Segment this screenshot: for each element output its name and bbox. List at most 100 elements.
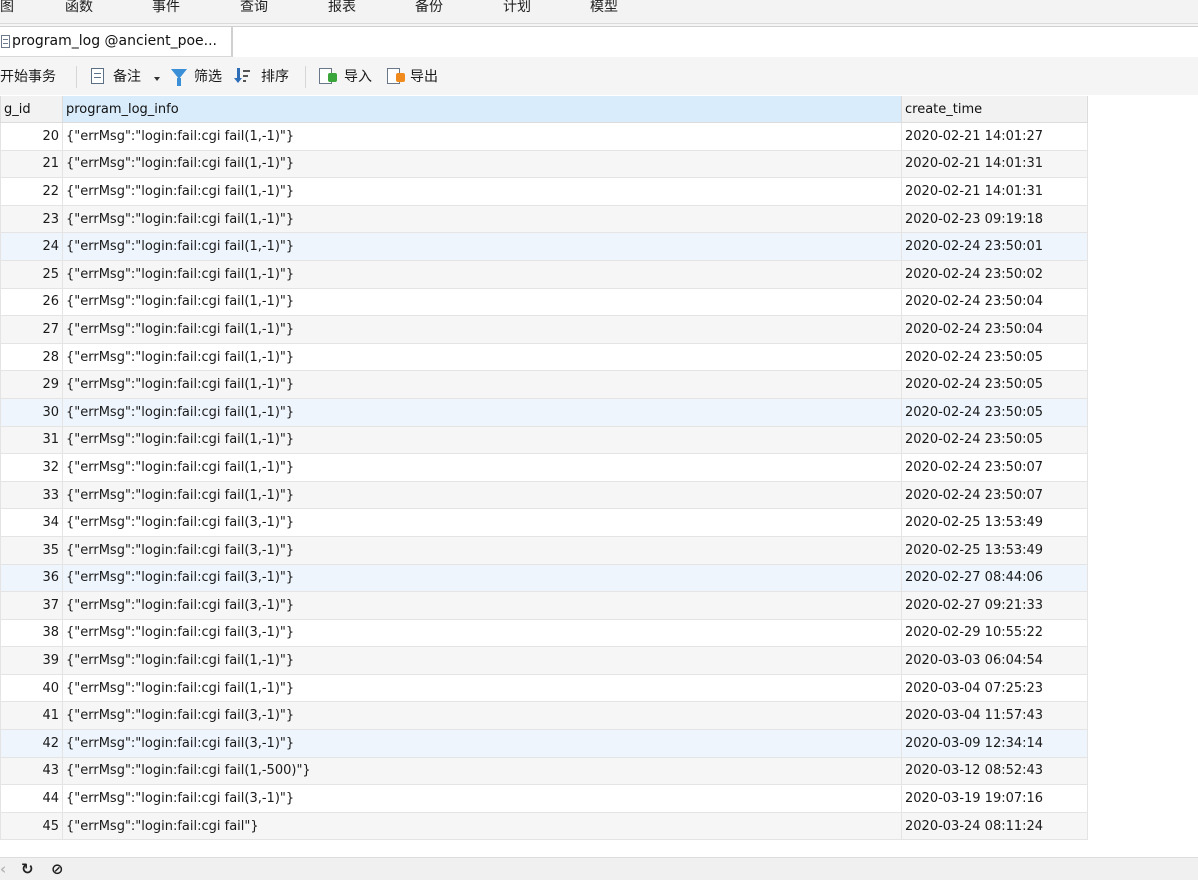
table-row[interactable]: 26 {"errMsg":"login:fail:cgi fail(1,-1)"}… — [0, 287, 1088, 317]
cell-create-time[interactable]: 2020-02-23 09:19:18 — [901, 204, 1088, 234]
cell-create-time[interactable]: 2020-03-19 19:07:16 — [901, 784, 1088, 813]
cell-program-log-info[interactable]: {"errMsg":"login:fail:cgi fail(1,-1)"} — [62, 122, 902, 151]
cell-create-time[interactable]: 2020-02-21 14:01:27 — [901, 122, 1088, 151]
table-row[interactable]: 31 {"errMsg":"login:fail:cgi fail(1,-1)"}… — [0, 425, 1088, 455]
cell-create-time[interactable]: 2020-02-24 23:50:05 — [901, 342, 1088, 372]
cell-program-log-info[interactable]: {"errMsg":"login:fail:cgi fail(1,-1)"} — [62, 342, 902, 372]
cell-program-log-info[interactable]: {"errMsg":"login:fail:cgi fail(1,-1)"} — [62, 287, 902, 317]
cell-program-log-info[interactable]: {"errMsg":"login:fail:cgi fail(1,-1)"} — [62, 315, 902, 344]
cell-create-time[interactable]: 2020-03-03 06:04:54 — [901, 646, 1088, 675]
cell-create-time[interactable]: 2020-02-24 23:50:07 — [901, 453, 1088, 482]
cell-id[interactable]: 33 — [0, 480, 63, 510]
table-row[interactable]: 35 {"errMsg":"login:fail:cgi fail(3,-1)"}… — [0, 535, 1088, 565]
table-row[interactable]: 39 {"errMsg":"login:fail:cgi fail(1,-1)"}… — [0, 646, 1088, 675]
table-row[interactable]: 41 {"errMsg":"login:fail:cgi fail(3,-1)"}… — [0, 701, 1088, 731]
tab-program-log[interactable]: program_log @ancient_poe... — [0, 26, 232, 56]
menu-item-view[interactable]: 图 — [0, 0, 14, 17]
cell-id[interactable]: 40 — [0, 673, 63, 703]
cell-program-log-info[interactable]: {"errMsg":"login:fail:cgi fail(3,-1)"} — [62, 618, 902, 648]
chevron-down-icon[interactable] — [154, 77, 160, 81]
cell-program-log-info[interactable]: {"errMsg":"login:fail:cgi fail(1,-1)"} — [62, 204, 902, 234]
menu-item-events[interactable]: 事件 — [152, 0, 180, 17]
cell-program-log-info[interactable]: {"errMsg":"login:fail:cgi fail(3,-1)"} — [62, 563, 902, 593]
cell-create-time[interactable]: 2020-02-27 09:21:33 — [901, 591, 1088, 620]
menu-item-reports[interactable]: 报表 — [328, 0, 356, 17]
cell-id[interactable]: 28 — [0, 342, 63, 372]
cell-program-log-info[interactable]: {"errMsg":"login:fail:cgi fail(3,-1)"} — [62, 535, 902, 565]
cell-id[interactable]: 26 — [0, 287, 63, 317]
menu-item-query[interactable]: 查询 — [240, 0, 268, 17]
cell-id[interactable]: 22 — [0, 177, 63, 206]
cell-program-log-info[interactable]: {"errMsg":"login:fail:cgi fail(3,-1)"} — [62, 508, 902, 537]
cell-program-log-info[interactable]: {"errMsg":"login:fail:cgi fail(1,-1)"} — [62, 397, 902, 427]
table-row[interactable]: 24 {"errMsg":"login:fail:cgi fail(1,-1)"}… — [0, 232, 1088, 261]
cell-id[interactable]: 20 — [0, 122, 63, 151]
cell-id[interactable]: 39 — [0, 646, 63, 675]
cell-program-log-info[interactable]: {"errMsg":"login:fail:cgi fail(1,-1)"} — [62, 453, 902, 482]
table-row[interactable]: 29 {"errMsg":"login:fail:cgi fail(1,-1)"}… — [0, 370, 1088, 399]
cell-create-time[interactable]: 2020-03-12 08:52:43 — [901, 756, 1088, 786]
cell-program-log-info[interactable]: {"errMsg":"login:fail:cgi fail(1,-1)"} — [62, 232, 902, 261]
import-button[interactable]: 导入 — [344, 68, 372, 86]
cell-program-log-info[interactable]: {"errMsg":"login:fail:cgi fail(3,-1)"} — [62, 701, 902, 731]
column-header-create-time[interactable]: create_time — [901, 96, 1088, 123]
begin-transaction-button[interactable]: 开始事务 — [0, 68, 56, 86]
menu-item-model[interactable]: 模型 — [590, 0, 618, 17]
filter-button[interactable]: 筛选 — [194, 68, 222, 86]
cell-create-time[interactable]: 2020-02-24 23:50:07 — [901, 480, 1088, 510]
cell-program-log-info[interactable]: {"errMsg":"login:fail:cgi fail(1,-1)"} — [62, 177, 902, 206]
cell-create-time[interactable]: 2020-02-24 23:50:01 — [901, 232, 1088, 261]
cell-create-time[interactable]: 2020-02-21 14:01:31 — [901, 149, 1088, 179]
cell-id[interactable]: 35 — [0, 535, 63, 565]
table-row[interactable]: 21 {"errMsg":"login:fail:cgi fail(1,-1)"}… — [0, 149, 1088, 179]
table-row[interactable]: 45 {"errMsg":"login:fail:cgi fail"} 2020-0… — [0, 811, 1088, 841]
cell-program-log-info[interactable]: {"errMsg":"login:fail:cgi fail(1,-1)"} — [62, 480, 902, 510]
table-row[interactable]: 43 {"errMsg":"login:fail:cgi fail(1,-500)… — [0, 756, 1088, 786]
cell-create-time[interactable]: 2020-03-09 12:34:14 — [901, 729, 1088, 758]
cell-create-time[interactable]: 2020-03-04 11:57:43 — [901, 701, 1088, 731]
cell-create-time[interactable]: 2020-02-24 23:50:04 — [901, 287, 1088, 317]
cell-create-time[interactable]: 2020-02-24 23:50:04 — [901, 315, 1088, 344]
cell-id[interactable]: 30 — [0, 397, 63, 427]
cell-program-log-info[interactable]: {"errMsg":"login:fail:cgi fail(1,-500)"} — [62, 756, 902, 786]
cell-program-log-info[interactable]: {"errMsg":"login:fail:cgi fail(1,-1)"} — [62, 149, 902, 179]
cell-create-time[interactable]: 2020-02-25 13:53:49 — [901, 535, 1088, 565]
menu-item-backup[interactable]: 备份 — [415, 0, 443, 17]
cell-id[interactable]: 34 — [0, 508, 63, 537]
table-row[interactable]: 34 {"errMsg":"login:fail:cgi fail(3,-1)"}… — [0, 508, 1088, 537]
cell-id[interactable]: 27 — [0, 315, 63, 344]
table-row[interactable]: 28 {"errMsg":"login:fail:cgi fail(1,-1)"}… — [0, 342, 1088, 372]
cell-id[interactable]: 21 — [0, 149, 63, 179]
cell-id[interactable]: 37 — [0, 591, 63, 620]
cell-program-log-info[interactable]: {"errMsg":"login:fail:cgi fail(1,-1)"} — [62, 370, 902, 399]
cell-id[interactable]: 29 — [0, 370, 63, 399]
cell-program-log-info[interactable]: {"errMsg":"login:fail:cgi fail(1,-1)"} — [62, 673, 902, 703]
cell-id[interactable]: 24 — [0, 232, 63, 261]
cell-program-log-info[interactable]: {"errMsg":"login:fail:cgi fail(1,-1)"} — [62, 425, 902, 455]
cell-program-log-info[interactable]: {"errMsg":"login:fail:cgi fail(3,-1)"} — [62, 591, 902, 620]
table-row[interactable]: 36 {"errMsg":"login:fail:cgi fail(3,-1)"}… — [0, 563, 1088, 593]
table-row[interactable]: 38 {"errMsg":"login:fail:cgi fail(3,-1)"}… — [0, 618, 1088, 648]
table-row[interactable]: 32 {"errMsg":"login:fail:cgi fail(1,-1)"}… — [0, 453, 1088, 482]
table-row[interactable]: 37 {"errMsg":"login:fail:cgi fail(3,-1)"}… — [0, 591, 1088, 620]
cell-program-log-info[interactable]: {"errMsg":"login:fail:cgi fail"} — [62, 811, 902, 841]
cell-program-log-info[interactable]: {"errMsg":"login:fail:cgi fail(1,-1)"} — [62, 646, 902, 675]
cell-create-time[interactable]: 2020-02-27 08:44:06 — [901, 563, 1088, 593]
table-row[interactable]: 30 {"errMsg":"login:fail:cgi fail(1,-1)"}… — [0, 397, 1088, 427]
cell-id[interactable]: 43 — [0, 756, 63, 786]
stop-icon[interactable]: ⊘ — [51, 860, 64, 878]
table-row[interactable]: 40 {"errMsg":"login:fail:cgi fail(1,-1)"}… — [0, 673, 1088, 703]
cell-id[interactable]: 42 — [0, 729, 63, 758]
export-button[interactable]: 导出 — [410, 68, 438, 86]
table-row[interactable]: 25 {"errMsg":"login:fail:cgi fail(1,-1)"}… — [0, 259, 1088, 289]
cell-create-time[interactable]: 2020-02-24 23:50:05 — [901, 370, 1088, 399]
cell-id[interactable]: 32 — [0, 453, 63, 482]
cell-id[interactable]: 23 — [0, 204, 63, 234]
column-header-program-log-info[interactable]: program_log_info — [62, 96, 902, 123]
prev-record-icon[interactable]: ‹ — [0, 860, 6, 878]
table-row[interactable]: 44 {"errMsg":"login:fail:cgi fail(3,-1)"}… — [0, 784, 1088, 813]
cell-id[interactable]: 41 — [0, 701, 63, 731]
column-header-id[interactable]: g_id — [0, 96, 63, 123]
table-row[interactable]: 27 {"errMsg":"login:fail:cgi fail(1,-1)"}… — [0, 315, 1088, 344]
table-row[interactable]: 22 {"errMsg":"login:fail:cgi fail(1,-1)"}… — [0, 177, 1088, 206]
